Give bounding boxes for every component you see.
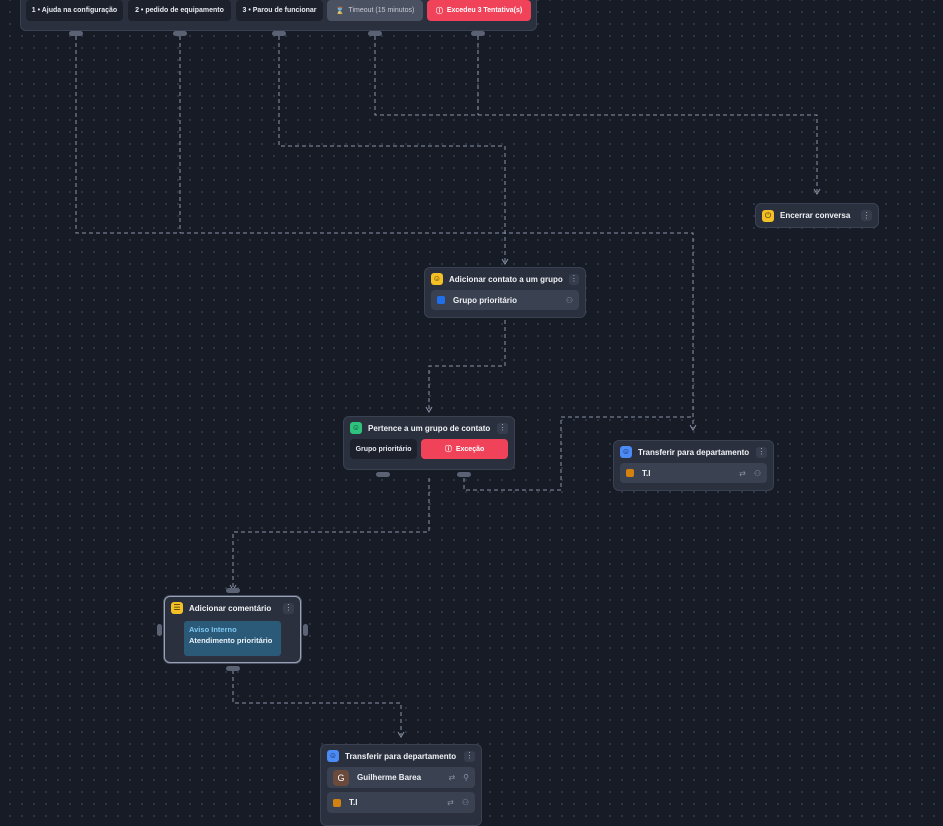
excedeu-label: Excedeu 3 Tentativa(s)	[446, 7, 523, 14]
exception-option[interactable]: ⓘ Exceção	[421, 439, 508, 459]
menu-options-node[interactable]: 1 • Ajuda na configuração 2 • pedido de …	[20, 0, 537, 31]
hourglass-icon: ⌛	[335, 7, 345, 15]
transfer-department-title: Transferir para departamento	[345, 751, 457, 761]
group-add-icon: ☺	[431, 273, 443, 285]
internal-note-body: Atendimento prioritário	[189, 636, 273, 645]
kebab-menu-icon[interactable]: ⋮	[464, 750, 475, 762]
comment-left-handle[interactable]	[157, 624, 162, 636]
arrow-transfer-icon: ⇄	[739, 468, 746, 478]
exception-option-label: Exceção	[455, 445, 485, 453]
kebab-menu-icon[interactable]: ⋮	[497, 422, 508, 434]
group-option-label: Grupo prioritário	[355, 445, 412, 453]
add-comment-title: Adicionar comentário	[189, 603, 272, 613]
transfer-department-node-2[interactable]: ☺ Transferir para departamento ⋮ G Guilh…	[320, 744, 482, 826]
comment-input-handle[interactable]	[226, 588, 240, 593]
users-icon: ⚇	[461, 798, 469, 807]
department-color-marker	[333, 798, 341, 807]
power-icon: ⏻	[762, 209, 774, 222]
belongs-to-group-node[interactable]: ☺ Pertence a um grupo de contato ⋮ Grupo…	[343, 416, 515, 470]
kebab-menu-icon[interactable]: ⋮	[861, 210, 872, 221]
exception-option-handle[interactable]	[457, 472, 471, 477]
transfer-department-title: Transferir para departamento	[638, 447, 750, 457]
alert-circle-icon: ⓘ	[444, 446, 452, 453]
timeout-handle[interactable]	[368, 31, 382, 36]
agent-label: Guilherme Barea	[357, 773, 422, 782]
group-color-marker	[437, 296, 445, 304]
end-conversation-node[interactable]: ⏻ Encerrar conversa ⋮	[755, 203, 879, 228]
department-label: T.I	[349, 798, 358, 807]
option-3-chip[interactable]: 3 • Parou de funcionar	[236, 0, 323, 21]
kebab-menu-icon[interactable]: ⋮	[568, 273, 579, 285]
internal-note: Aviso Interno Atendimento prioritário	[184, 621, 281, 656]
edge-comentario-to-transfer	[232, 670, 402, 735]
user-icon: ⚲	[463, 773, 469, 782]
department-row[interactable]: T.I ⇄ ⚇	[620, 463, 767, 483]
comment-output-handle[interactable]	[226, 666, 240, 671]
add-comment-node[interactable]: ☰ Adicionar comentário ⋮ Aviso Interno A…	[164, 596, 301, 663]
option-1-handle[interactable]	[69, 31, 83, 36]
add-to-group-node[interactable]: ☺ Adicionar contato a um grupo ⋮ Grupo p…	[424, 267, 586, 318]
internal-note-title: Aviso Interno	[189, 625, 237, 634]
alert-circle-icon: ⓘ	[435, 7, 443, 15]
department-label: T.I	[642, 468, 651, 478]
option-3-label: 3 • Parou de funcionar	[242, 7, 317, 14]
arrow-transfer-icon: ⇄	[448, 773, 456, 782]
group-row[interactable]: Grupo prioritário ⚇	[431, 290, 579, 310]
group-option[interactable]: Grupo prioritário	[350, 439, 418, 459]
department-row[interactable]: T.I ⇄ ⚇	[327, 792, 475, 813]
comment-icon: ☰	[171, 602, 183, 614]
edge-grupo-to-comentario	[232, 478, 430, 588]
excedeu-handle[interactable]	[471, 31, 485, 36]
transfer-department-node[interactable]: ☺ Transferir para departamento ⋮ T.I ⇄ ⚇	[613, 440, 774, 491]
option-2-handle[interactable]	[173, 31, 187, 36]
edge-option3	[278, 36, 506, 262]
option-3-handle[interactable]	[272, 31, 286, 36]
kebab-menu-icon[interactable]: ⋮	[756, 446, 767, 458]
timeout-label: Timeout (15 minutos)	[348, 7, 415, 14]
edge-grupo-to-pertence	[428, 320, 506, 410]
end-conversation-title: Encerrar conversa	[780, 211, 851, 220]
option-2-chip[interactable]: 2 • pedido de equipamento	[128, 0, 231, 21]
add-to-group-title: Adicionar contato a um grupo	[449, 274, 563, 284]
edge-option1	[75, 36, 694, 428]
agent-row[interactable]: G Guilherme Barea ⇄ ⚲	[327, 767, 475, 788]
arrow-transfer-icon: ⇄	[447, 798, 454, 807]
group-check-icon: ☺	[350, 422, 362, 434]
edge-timeout	[374, 36, 818, 192]
group-label: Grupo prioritário	[453, 295, 517, 305]
transfer-icon: ☺	[620, 446, 632, 458]
department-color-marker	[626, 469, 634, 477]
kebab-menu-icon[interactable]: ⋮	[283, 602, 294, 614]
avatar: G	[333, 769, 349, 786]
group-option-handle[interactable]	[376, 472, 390, 477]
users-icon: ⚇	[565, 295, 573, 305]
option-1-chip[interactable]: 1 • Ajuda na configuração	[26, 0, 123, 21]
timeout-chip[interactable]: ⌛ Timeout (15 minutos)	[327, 0, 423, 21]
option-2-label: 2 • pedido de equipamento	[135, 7, 224, 14]
comment-right-handle[interactable]	[303, 624, 308, 636]
excedeu-chip[interactable]: ⓘ Excedeu 3 Tentativa(s)	[427, 0, 531, 21]
connection-lines	[75, 36, 821, 738]
option-1-label: 1 • Ajuda na configuração	[31, 7, 118, 14]
users-icon: ⚇	[753, 468, 761, 478]
transfer-icon: ☺	[327, 750, 339, 762]
belongs-to-group-title: Pertence a um grupo de contato	[368, 423, 491, 433]
